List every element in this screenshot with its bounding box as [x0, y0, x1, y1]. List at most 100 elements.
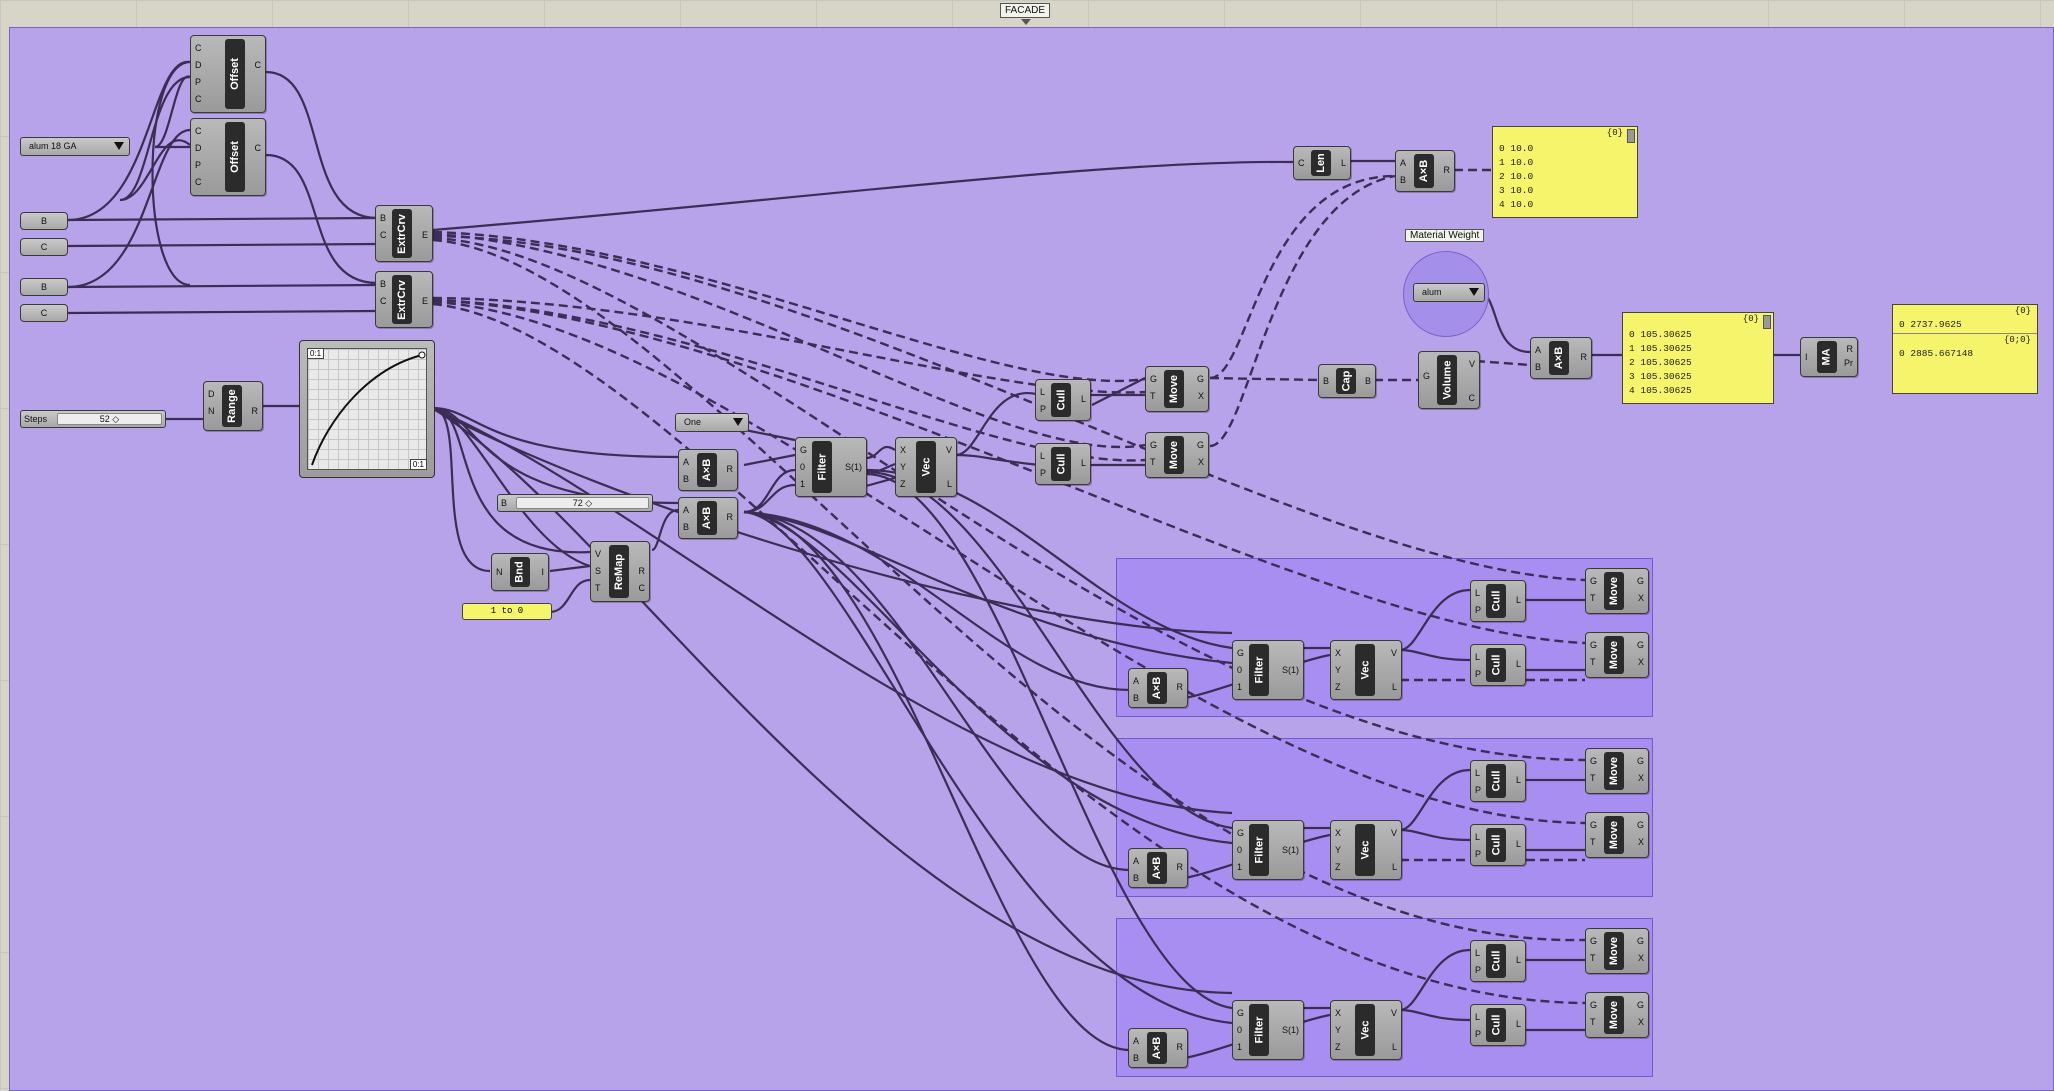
gauge-value-label: alum 18 GA — [29, 141, 77, 151]
panel-row: 3 105.30625 — [1629, 371, 1692, 382]
result-panel[interactable]: {0} 0 2737.9625 {0;0} 0 2885.667148 — [1892, 304, 2038, 394]
vec-component-g3[interactable]: XYZ Vec VL — [1330, 1000, 1402, 1060]
vec-component-g2[interactable]: XYZ Vec VL — [1330, 820, 1402, 880]
offset-component-1[interactable]: CDPC Offset C — [190, 35, 266, 113]
remap-component[interactable]: VST ReMap RC — [590, 541, 650, 602]
move-component-g2a[interactable]: GT Move GX — [1585, 748, 1649, 794]
filter-component-main[interactable]: G01 Filter S(1) — [795, 437, 867, 497]
graph-mapper[interactable]: 0:1 0:1 — [299, 340, 435, 478]
move-component-g1a[interactable]: GT Move GX — [1585, 568, 1649, 614]
move-component-g3a[interactable]: GT Move GX — [1585, 928, 1649, 974]
move-component-g1b[interactable]: GT Move GX — [1585, 632, 1649, 678]
cull-output: L — [1515, 659, 1521, 669]
move-component-g3b[interactable]: GT Move GX — [1585, 992, 1649, 1038]
cap-component[interactable]: B Cap B — [1318, 364, 1376, 398]
b-slider-track[interactable]: 72 ◇ — [516, 497, 649, 509]
panel-row: 1 105.30625 — [1629, 343, 1692, 354]
offset-component-2[interactable]: CDPC Offset C — [190, 118, 266, 196]
multiply-component-g3[interactable]: AB A×B R — [1128, 1028, 1188, 1068]
param-c-1[interactable]: C — [20, 238, 68, 256]
multiply-core: A×B — [1549, 341, 1569, 375]
len-core: Len — [1311, 150, 1331, 176]
cull-component-g1b[interactable]: LP Cull L — [1470, 644, 1526, 686]
multiply-output: R — [1176, 1042, 1184, 1052]
multiply-component-g1[interactable]: AB A×B R — [1128, 668, 1188, 708]
param-b-2[interactable]: B — [20, 278, 68, 296]
steps-slider[interactable]: Steps 52 ◇ — [20, 410, 166, 428]
vec-core: Vec — [916, 441, 936, 493]
range-component[interactable]: DN Range R — [203, 381, 263, 431]
graph-area[interactable] — [307, 348, 427, 470]
cull-output: L — [1080, 394, 1086, 404]
param-c-2[interactable]: C — [20, 304, 68, 322]
remap-domain-panel[interactable]: 1 to 0 — [462, 603, 552, 620]
extrcrv-component-2[interactable]: BC ExtrCrv E — [375, 271, 433, 328]
range-inputs: DN — [208, 389, 215, 416]
panel-scrollbar[interactable] — [1763, 315, 1771, 329]
param-b-1[interactable]: B — [20, 212, 68, 230]
panel-scrollbar[interactable] — [1627, 129, 1635, 143]
dropdown-arrow-icon[interactable] — [1469, 288, 1479, 296]
gauge-value-list[interactable]: alum 18 GA — [20, 137, 130, 156]
move-core: Move — [1164, 370, 1184, 408]
filter-component-g1[interactable]: G01 Filter S(1) — [1232, 640, 1304, 700]
dropdown-arrow-icon[interactable] — [733, 418, 743, 426]
multiply-component-g2[interactable]: AB A×B R — [1128, 848, 1188, 888]
extrcrv-component-1[interactable]: BC ExtrCrv E — [375, 205, 433, 262]
multiply-component-2[interactable]: AB A×B R — [678, 497, 738, 539]
move-component-g2b[interactable]: GT Move GX — [1585, 812, 1649, 858]
multiply-output: R — [1443, 165, 1451, 175]
extrcrv-inputs: BC — [380, 279, 387, 306]
cull-component-2[interactable]: LP Cull L — [1035, 443, 1091, 485]
panel-row: 4 10.0 — [1499, 199, 1534, 210]
cull-component-1[interactable]: LP Cull L — [1035, 379, 1091, 421]
vec-core: Vec — [1355, 824, 1375, 876]
vec-component-g1[interactable]: XYZ Vec VL — [1330, 640, 1402, 700]
ma-input: I — [1805, 352, 1808, 362]
multiply-core: A×B — [1147, 852, 1167, 884]
cull-component-g1a[interactable]: LP Cull L — [1470, 580, 1526, 622]
bnd-component[interactable]: N Bnd I — [491, 553, 549, 591]
cull-output: L — [1515, 775, 1521, 785]
cull-core: Cull — [1486, 828, 1506, 862]
panel-header: {0} — [1742, 314, 1759, 324]
len-panel[interactable]: {0} 0 10.0 1 10.0 2 10.0 3 10.0 4 10.0 — [1492, 126, 1638, 218]
multiply-component-1[interactable]: AB A×B R — [678, 449, 738, 491]
cull-component-g2a[interactable]: LP Cull L — [1470, 760, 1526, 802]
filter-output: S(1) — [1281, 665, 1299, 675]
move-component-2[interactable]: GT Move GX — [1145, 432, 1209, 478]
multiply-output: R — [726, 512, 734, 522]
cull-component-g3a[interactable]: LP Cull L — [1470, 940, 1526, 982]
move-component-1[interactable]: GT Move GX — [1145, 366, 1209, 412]
multiply-core: A×B — [697, 501, 717, 535]
multiply-inputs: AB — [1133, 1036, 1140, 1063]
volume-component[interactable]: G Volume VC — [1418, 351, 1480, 409]
len-component[interactable]: C Len L — [1293, 146, 1351, 180]
multiply-inputs: AB — [1535, 345, 1542, 372]
move-outputs: GX — [1196, 440, 1204, 467]
volume-panel[interactable]: {0} 0 105.30625 1 105.30625 2 105.30625 … — [1622, 312, 1774, 404]
vec-inputs: XYZ — [1335, 828, 1342, 872]
filter-component-g2[interactable]: G01 Filter S(1) — [1232, 820, 1304, 880]
dropdown-arrow-icon[interactable] — [114, 142, 124, 150]
one-value-list[interactable]: One — [675, 413, 749, 432]
vec-component-main[interactable]: XYZ Vec VL — [895, 437, 957, 497]
cull-core: Cull — [1486, 648, 1506, 682]
b-slider[interactable]: B 72 ◇ — [497, 494, 653, 512]
material-value-list[interactable]: alum — [1413, 283, 1485, 302]
panel-divider — [1893, 333, 2037, 334]
cull-component-g2b[interactable]: LP Cull L — [1470, 824, 1526, 866]
cull-component-g3b[interactable]: LP Cull L — [1470, 1004, 1526, 1046]
move-core: Move — [1604, 636, 1624, 674]
offset-output: C — [254, 143, 262, 153]
cull-core: Cull — [1486, 1008, 1506, 1042]
multiply-component-len[interactable]: AB A×B R — [1395, 150, 1455, 192]
vec-outputs: VL — [1390, 828, 1397, 872]
move-inputs: GT — [1590, 820, 1598, 847]
steps-slider-track[interactable]: 52 ◇ — [57, 413, 162, 425]
multiply-output: R — [1176, 682, 1184, 692]
ma-component[interactable]: I MA R Pr — [1800, 337, 1858, 377]
multiply-component-volume[interactable]: AB A×B R — [1530, 337, 1592, 379]
filter-component-g3[interactable]: G01 Filter S(1) — [1232, 1000, 1304, 1060]
multiply-core: A×B — [1414, 154, 1434, 188]
